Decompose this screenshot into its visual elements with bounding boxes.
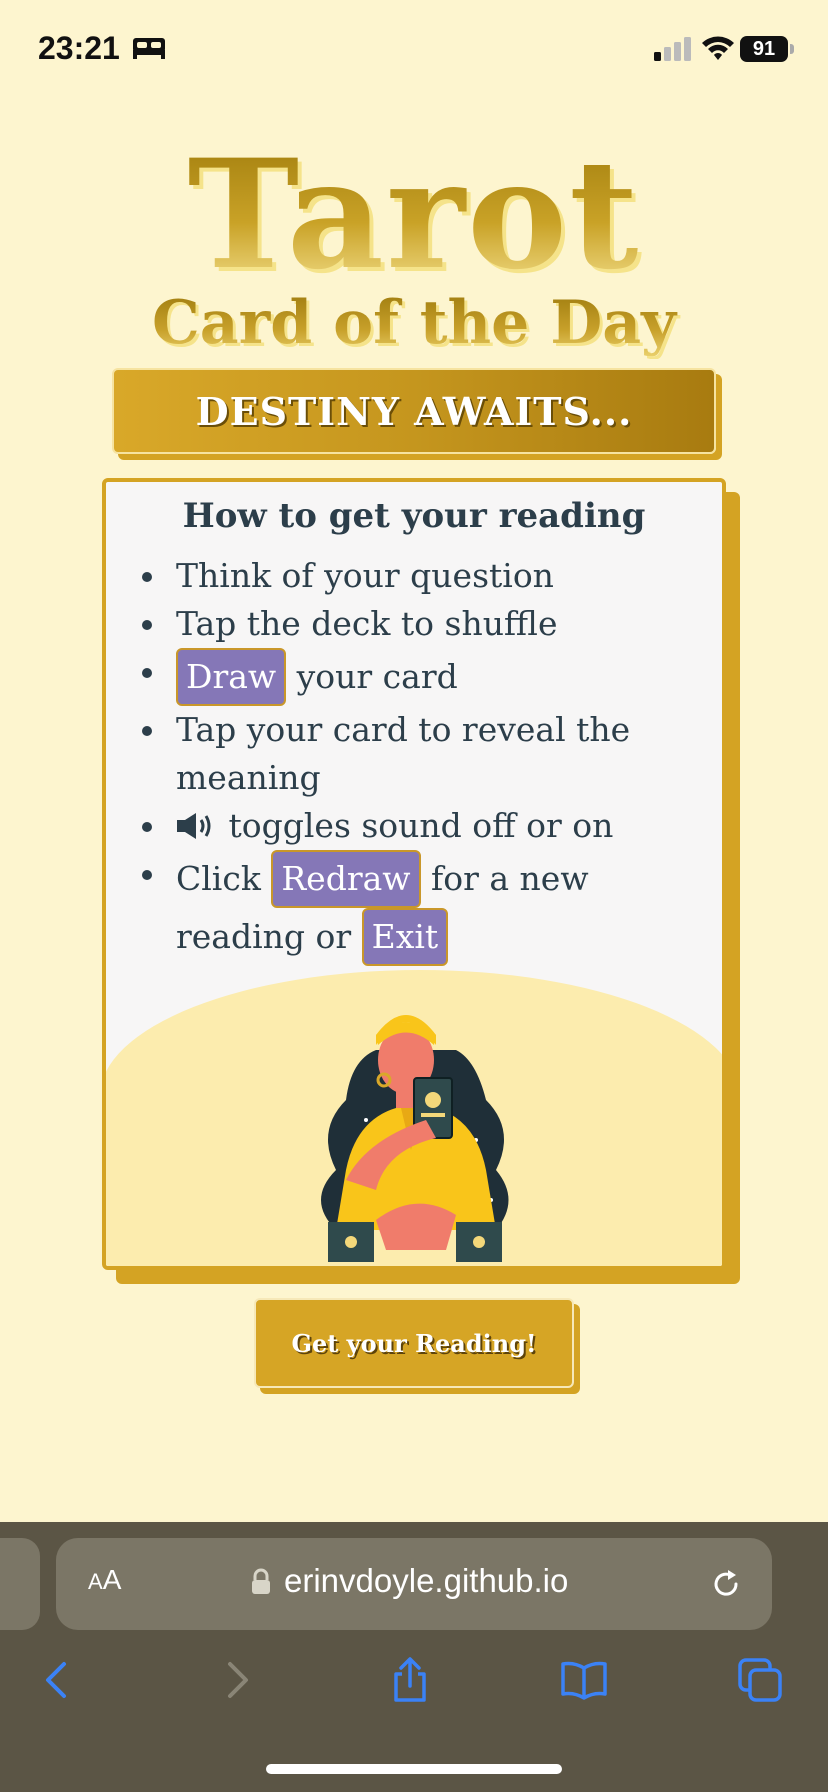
home-indicator[interactable] bbox=[266, 1764, 562, 1774]
list-item: Draw your card bbox=[142, 648, 716, 706]
list-item: Click Redraw for a new reading or Exit bbox=[142, 850, 716, 966]
step-text: Tap the deck to shuffle bbox=[176, 604, 558, 643]
status-time: 23:21 bbox=[38, 30, 120, 66]
battery-level: 91 bbox=[740, 36, 788, 62]
instructions-list: Think of your question Tap the deck to s… bbox=[142, 552, 716, 966]
app-subtitle: Card of the Day bbox=[100, 290, 728, 356]
list-item: Think of your question bbox=[142, 552, 716, 600]
step-text: your card bbox=[286, 657, 458, 696]
redraw-pill: Redraw bbox=[271, 850, 421, 908]
forward-icon[interactable] bbox=[212, 1656, 260, 1704]
battery-icon: 91 bbox=[740, 36, 794, 62]
text-size-small-a: A bbox=[88, 1569, 103, 1594]
bed-icon bbox=[133, 38, 165, 59]
step-text: Think of your question bbox=[176, 556, 554, 595]
tabs-icon[interactable] bbox=[736, 1656, 784, 1704]
get-reading-button[interactable]: Get your Reading! bbox=[254, 1298, 574, 1388]
step-text: toggles sound off or on bbox=[218, 806, 614, 845]
app-title: Tarot bbox=[100, 140, 728, 290]
destiny-banner: DESTINY AWAITS... bbox=[112, 368, 716, 454]
share-icon[interactable] bbox=[386, 1656, 434, 1704]
speaker-icon bbox=[177, 813, 211, 839]
text-size-large-a: A bbox=[102, 1564, 122, 1595]
app-title-block: Tarot Card of the Day bbox=[100, 140, 728, 356]
list-item: toggles sound off or on bbox=[142, 802, 716, 850]
exit-pill: Exit bbox=[361, 908, 449, 966]
instructions-heading: How to get your reading bbox=[182, 496, 646, 536]
destiny-banner-text: DESTINY AWAITS... bbox=[195, 388, 633, 434]
lock-icon bbox=[252, 1568, 270, 1594]
fortune-teller-illustration bbox=[321, 1015, 509, 1262]
previous-tab-preview[interactable] bbox=[0, 1538, 40, 1630]
instructions-card: How to get your reading Think of your qu… bbox=[102, 478, 726, 1270]
url-text: erinvdoyle.github.io bbox=[284, 1562, 569, 1599]
address-bar[interactable]: AA erinvdoyle.github.io bbox=[56, 1538, 772, 1630]
cellular-signal-icon bbox=[654, 37, 691, 61]
wifi-icon bbox=[702, 36, 734, 60]
status-bar: 23:21 91 bbox=[0, 0, 828, 100]
reload-icon[interactable] bbox=[708, 1566, 744, 1602]
list-item: Tap your card to reveal the meaning bbox=[142, 706, 716, 802]
step-text: Click bbox=[176, 859, 272, 898]
bookmarks-icon[interactable] bbox=[560, 1656, 608, 1704]
battery-tip bbox=[790, 44, 794, 54]
text-size-button[interactable]: AA bbox=[88, 1564, 121, 1596]
step-text: Tap your card to reveal the meaning bbox=[176, 710, 631, 797]
back-icon[interactable] bbox=[34, 1656, 82, 1704]
draw-pill: Draw bbox=[176, 648, 287, 706]
list-item: Tap the deck to shuffle bbox=[142, 600, 716, 648]
